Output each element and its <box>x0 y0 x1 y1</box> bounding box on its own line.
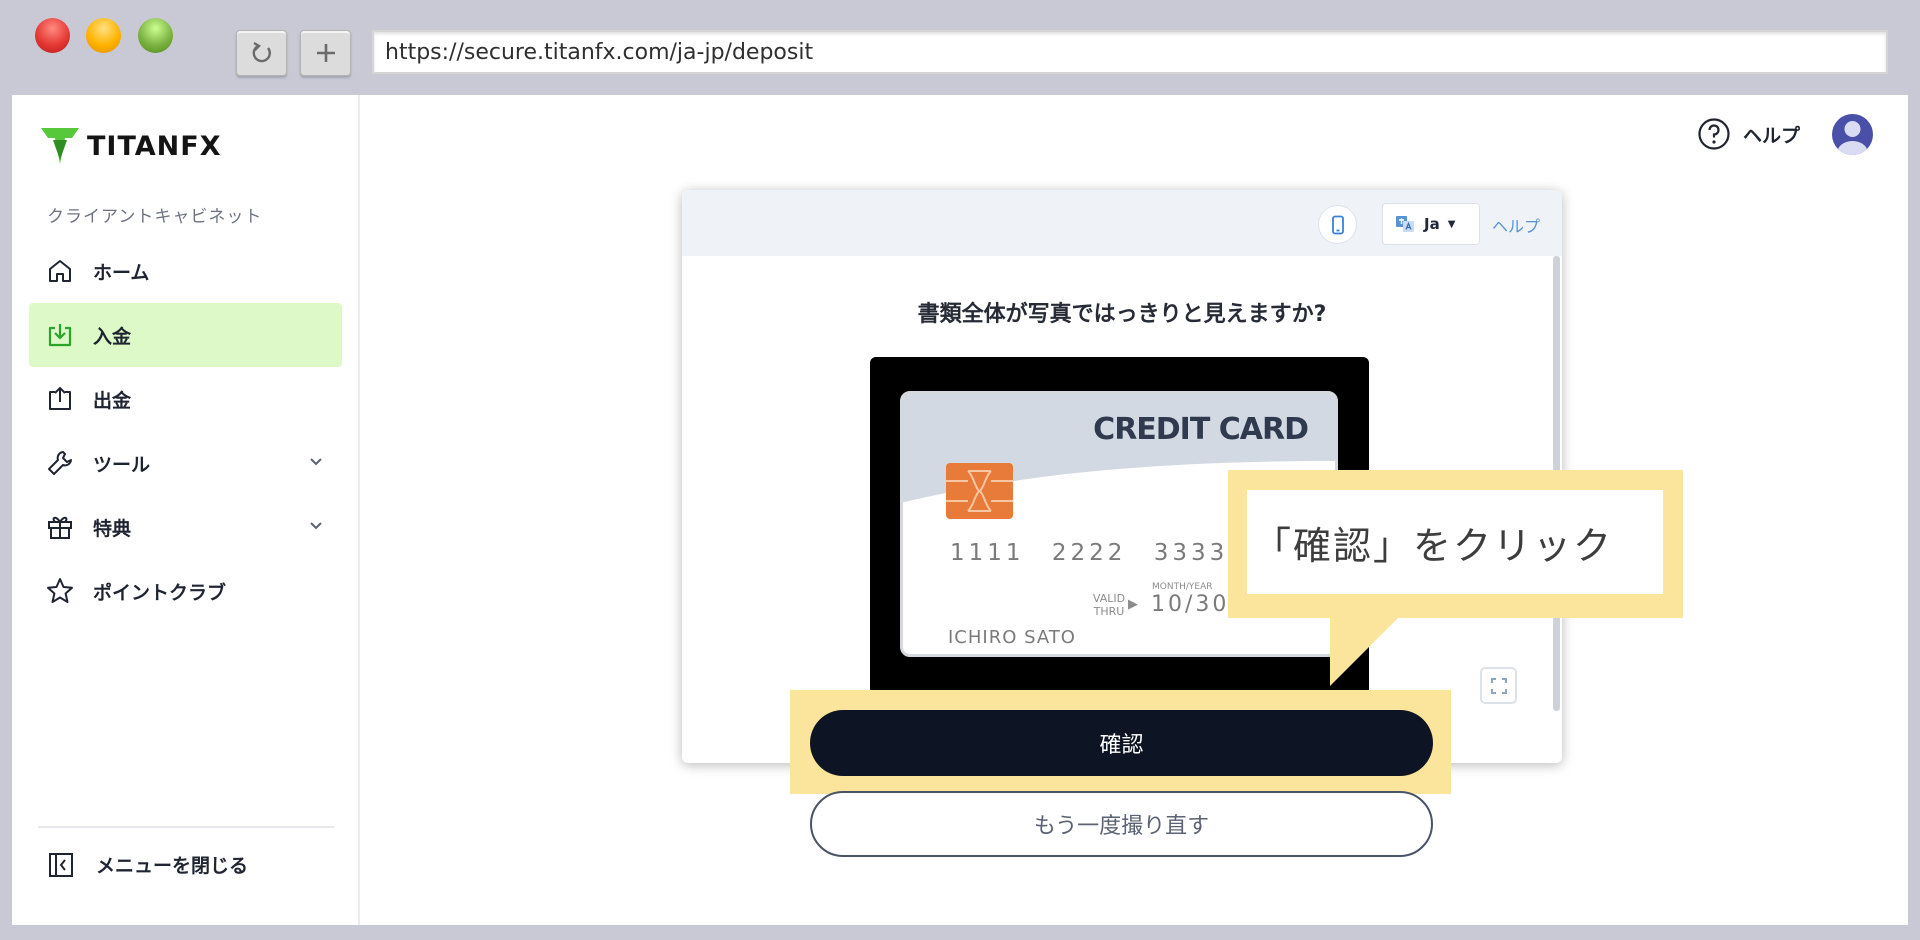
card-title: CREDIT CARD <box>1093 412 1309 447</box>
chevron-down-icon <box>310 522 322 530</box>
fullscreen-button[interactable] <box>1480 667 1517 704</box>
user-icon <box>1837 121 1868 155</box>
header-help-link[interactable]: ヘルプ <box>1697 117 1800 151</box>
sidebar-item-point-club[interactable]: ポイントクラブ <box>29 559 342 623</box>
sidebar-item-home[interactable]: ホーム <box>29 239 342 303</box>
language-label: Ja <box>1424 215 1440 233</box>
card-valid-thru-label: VALID THRU <box>1092 592 1126 618</box>
sidebar: TITANFX クライアントキャビネット ホーム 入金 出金 ツール 特典 ポイ… <box>12 95 360 925</box>
header-help-label: ヘルプ <box>1743 124 1801 147</box>
user-avatar[interactable] <box>1832 114 1873 155</box>
caret-down-icon: ▼ <box>1447 218 1456 230</box>
phone-icon <box>1331 215 1344 234</box>
close-menu-label: メニューを閉じる <box>96 855 249 877</box>
sidebar-item-label: ツール <box>93 453 151 476</box>
card-holder: ICHIRO SATO <box>948 627 1076 648</box>
star-icon <box>46 577 74 605</box>
sidebar-item-withdraw[interactable]: 出金 <box>29 367 342 431</box>
sidebar-divider <box>38 826 334 828</box>
sidebar-item-label: 入金 <box>93 325 132 348</box>
sidebar-item-label: ホーム <box>93 261 150 284</box>
titanfx-logo-mark <box>41 128 79 164</box>
collapse-sidebar-icon <box>49 852 73 877</box>
translate-icon <box>1396 216 1414 232</box>
modal-header: Ja ▼ ヘルプ <box>682 190 1562 256</box>
deposit-icon <box>46 321 74 349</box>
sidebar-nav: ホーム 入金 出金 ツール 特典 ポイントクラブ <box>29 239 342 623</box>
sidebar-item-benefits[interactable]: 特典 <box>29 495 342 559</box>
callout-pointer <box>1330 616 1400 686</box>
titanfx-logo[interactable]: TITANFX <box>39 126 222 166</box>
triangle-right-icon: ▶ <box>1128 597 1138 612</box>
wrench-icon <box>46 449 74 477</box>
instruction-callout: 「確認」をクリック <box>1228 470 1683 618</box>
modal-help-link[interactable]: ヘルプ <box>1492 213 1540 237</box>
section-label: クライアントキャビネット <box>47 207 263 227</box>
card-expiry: 10/30 <box>1151 592 1230 617</box>
card-month-year-label: MONTH/YEAR <box>1152 582 1213 592</box>
minimize-window-button[interactable] <box>86 18 121 53</box>
chevron-down-icon <box>310 458 322 466</box>
card-chip <box>946 463 1013 519</box>
sidebar-item-deposit[interactable]: 入金 <box>29 303 342 367</box>
help-icon <box>1698 118 1730 150</box>
modal-title: 書類全体が写真ではっきりと見えますか? <box>917 302 1327 327</box>
sidebar-item-label: ポイントクラブ <box>93 581 227 604</box>
sidebar-item-label: 出金 <box>93 389 132 412</box>
language-selector[interactable]: Ja ▼ <box>1382 203 1480 245</box>
callout-text: 「確認」をクリック <box>1247 490 1663 594</box>
plus-icon <box>316 44 335 62</box>
retake-button[interactable]: もう一度撮り直す <box>810 791 1433 857</box>
url-text: https://secure.titanfx.com/ja-jp/deposit <box>385 39 814 65</box>
maximize-window-button[interactable] <box>138 18 173 53</box>
address-bar[interactable]: https://secure.titanfx.com/ja-jp/deposit <box>372 30 1888 74</box>
reload-button[interactable] <box>236 30 287 76</box>
sidebar-item-tools[interactable]: ツール <box>29 431 342 495</box>
brand-name: TITANFX <box>87 130 222 162</box>
withdraw-icon <box>46 385 74 413</box>
home-icon <box>46 257 74 285</box>
new-tab-button[interactable] <box>300 30 351 76</box>
sidebar-item-label: 特典 <box>93 517 132 540</box>
page-viewport: TITANFX クライアントキャビネット ホーム 入金 出金 ツール 特典 ポイ… <box>12 95 1908 925</box>
close-menu-button[interactable]: メニューを閉じる <box>48 851 248 878</box>
confirm-button[interactable]: 確認 <box>810 710 1433 776</box>
expand-icon <box>1490 677 1507 694</box>
mobile-button[interactable] <box>1318 205 1357 244</box>
reload-icon <box>252 41 271 63</box>
gift-icon <box>46 513 74 541</box>
close-window-button[interactable] <box>35 18 70 53</box>
card-number: 1111 2222 3333 <box>950 540 1229 566</box>
